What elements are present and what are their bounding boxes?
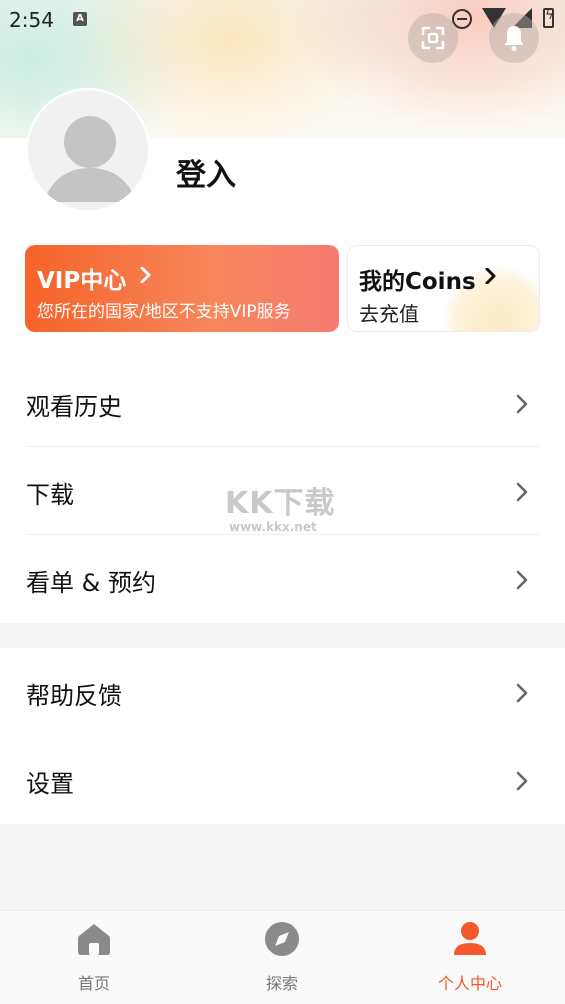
compass-icon <box>265 922 299 956</box>
chevron-right-icon <box>485 268 496 284</box>
tab-label: 首页 <box>77 974 110 993</box>
menu-item-watchlist-reservations[interactable]: 看单 & 预约 <box>0 535 565 623</box>
coins-subtitle: 去充值 <box>359 302 419 326</box>
menu-item-settings[interactable]: 设置 <box>0 736 565 824</box>
watermark-url: www.kkx.net <box>229 520 317 534</box>
login-link[interactable]: 登入 <box>176 150 236 194</box>
notification-badge-icon: A <box>73 12 87 26</box>
coins-title: 我的Coins <box>359 269 476 295</box>
bottom-tab-bar: 首页 探索 个人中心 <box>0 910 565 1004</box>
menu-item-label: 观看历史 <box>26 393 122 421</box>
chevron-right-icon <box>516 771 528 791</box>
menu-item-watch-history[interactable]: 观看历史 <box>0 359 565 447</box>
tab-explore[interactable]: 探索 <box>222 911 342 1004</box>
vip-subtitle: 您所在的国家/地区不支持VIP服务 <box>37 302 291 322</box>
status-bar: 2:54 A <box>0 0 565 38</box>
menu-item-help-feedback[interactable]: 帮助反馈 <box>0 648 565 736</box>
menu-item-label: 下载 <box>26 481 74 509</box>
tab-home[interactable]: 首页 <box>34 911 154 1004</box>
scan-icon <box>421 26 445 50</box>
menu-item-label: 帮助反馈 <box>26 682 122 710</box>
menu-item-label: 设置 <box>26 770 74 798</box>
status-time: 2:54 <box>9 8 54 32</box>
tab-label: 探索 <box>265 974 298 993</box>
tab-label: 个人中心 <box>437 974 502 993</box>
chevron-right-icon <box>516 394 528 414</box>
vip-center-card[interactable]: VIP中心 您所在的国家/地区不支持VIP服务 <box>25 245 339 332</box>
chevron-right-icon <box>516 570 528 590</box>
bell-icon <box>504 26 524 51</box>
chevron-right-icon <box>516 482 528 502</box>
scan-button[interactable] <box>408 13 458 63</box>
battery-charging-icon <box>543 8 554 28</box>
person-icon <box>454 922 486 955</box>
vip-title: VIP中心 <box>37 268 127 294</box>
notification-button[interactable] <box>489 13 539 63</box>
tab-profile[interactable]: 个人中心 <box>410 911 530 1004</box>
default-avatar-icon <box>44 116 136 202</box>
watermark-logo-text: KK下载 <box>225 486 336 521</box>
watermark: KK下载 www.kkx.net <box>225 478 345 534</box>
my-coins-card[interactable]: 我的Coins 去充值 <box>347 245 540 332</box>
menu-item-label: 看单 & 预约 <box>26 569 156 597</box>
avatar[interactable] <box>26 88 150 212</box>
chevron-right-icon <box>140 267 151 283</box>
home-icon <box>78 924 110 955</box>
chevron-right-icon <box>516 683 528 703</box>
